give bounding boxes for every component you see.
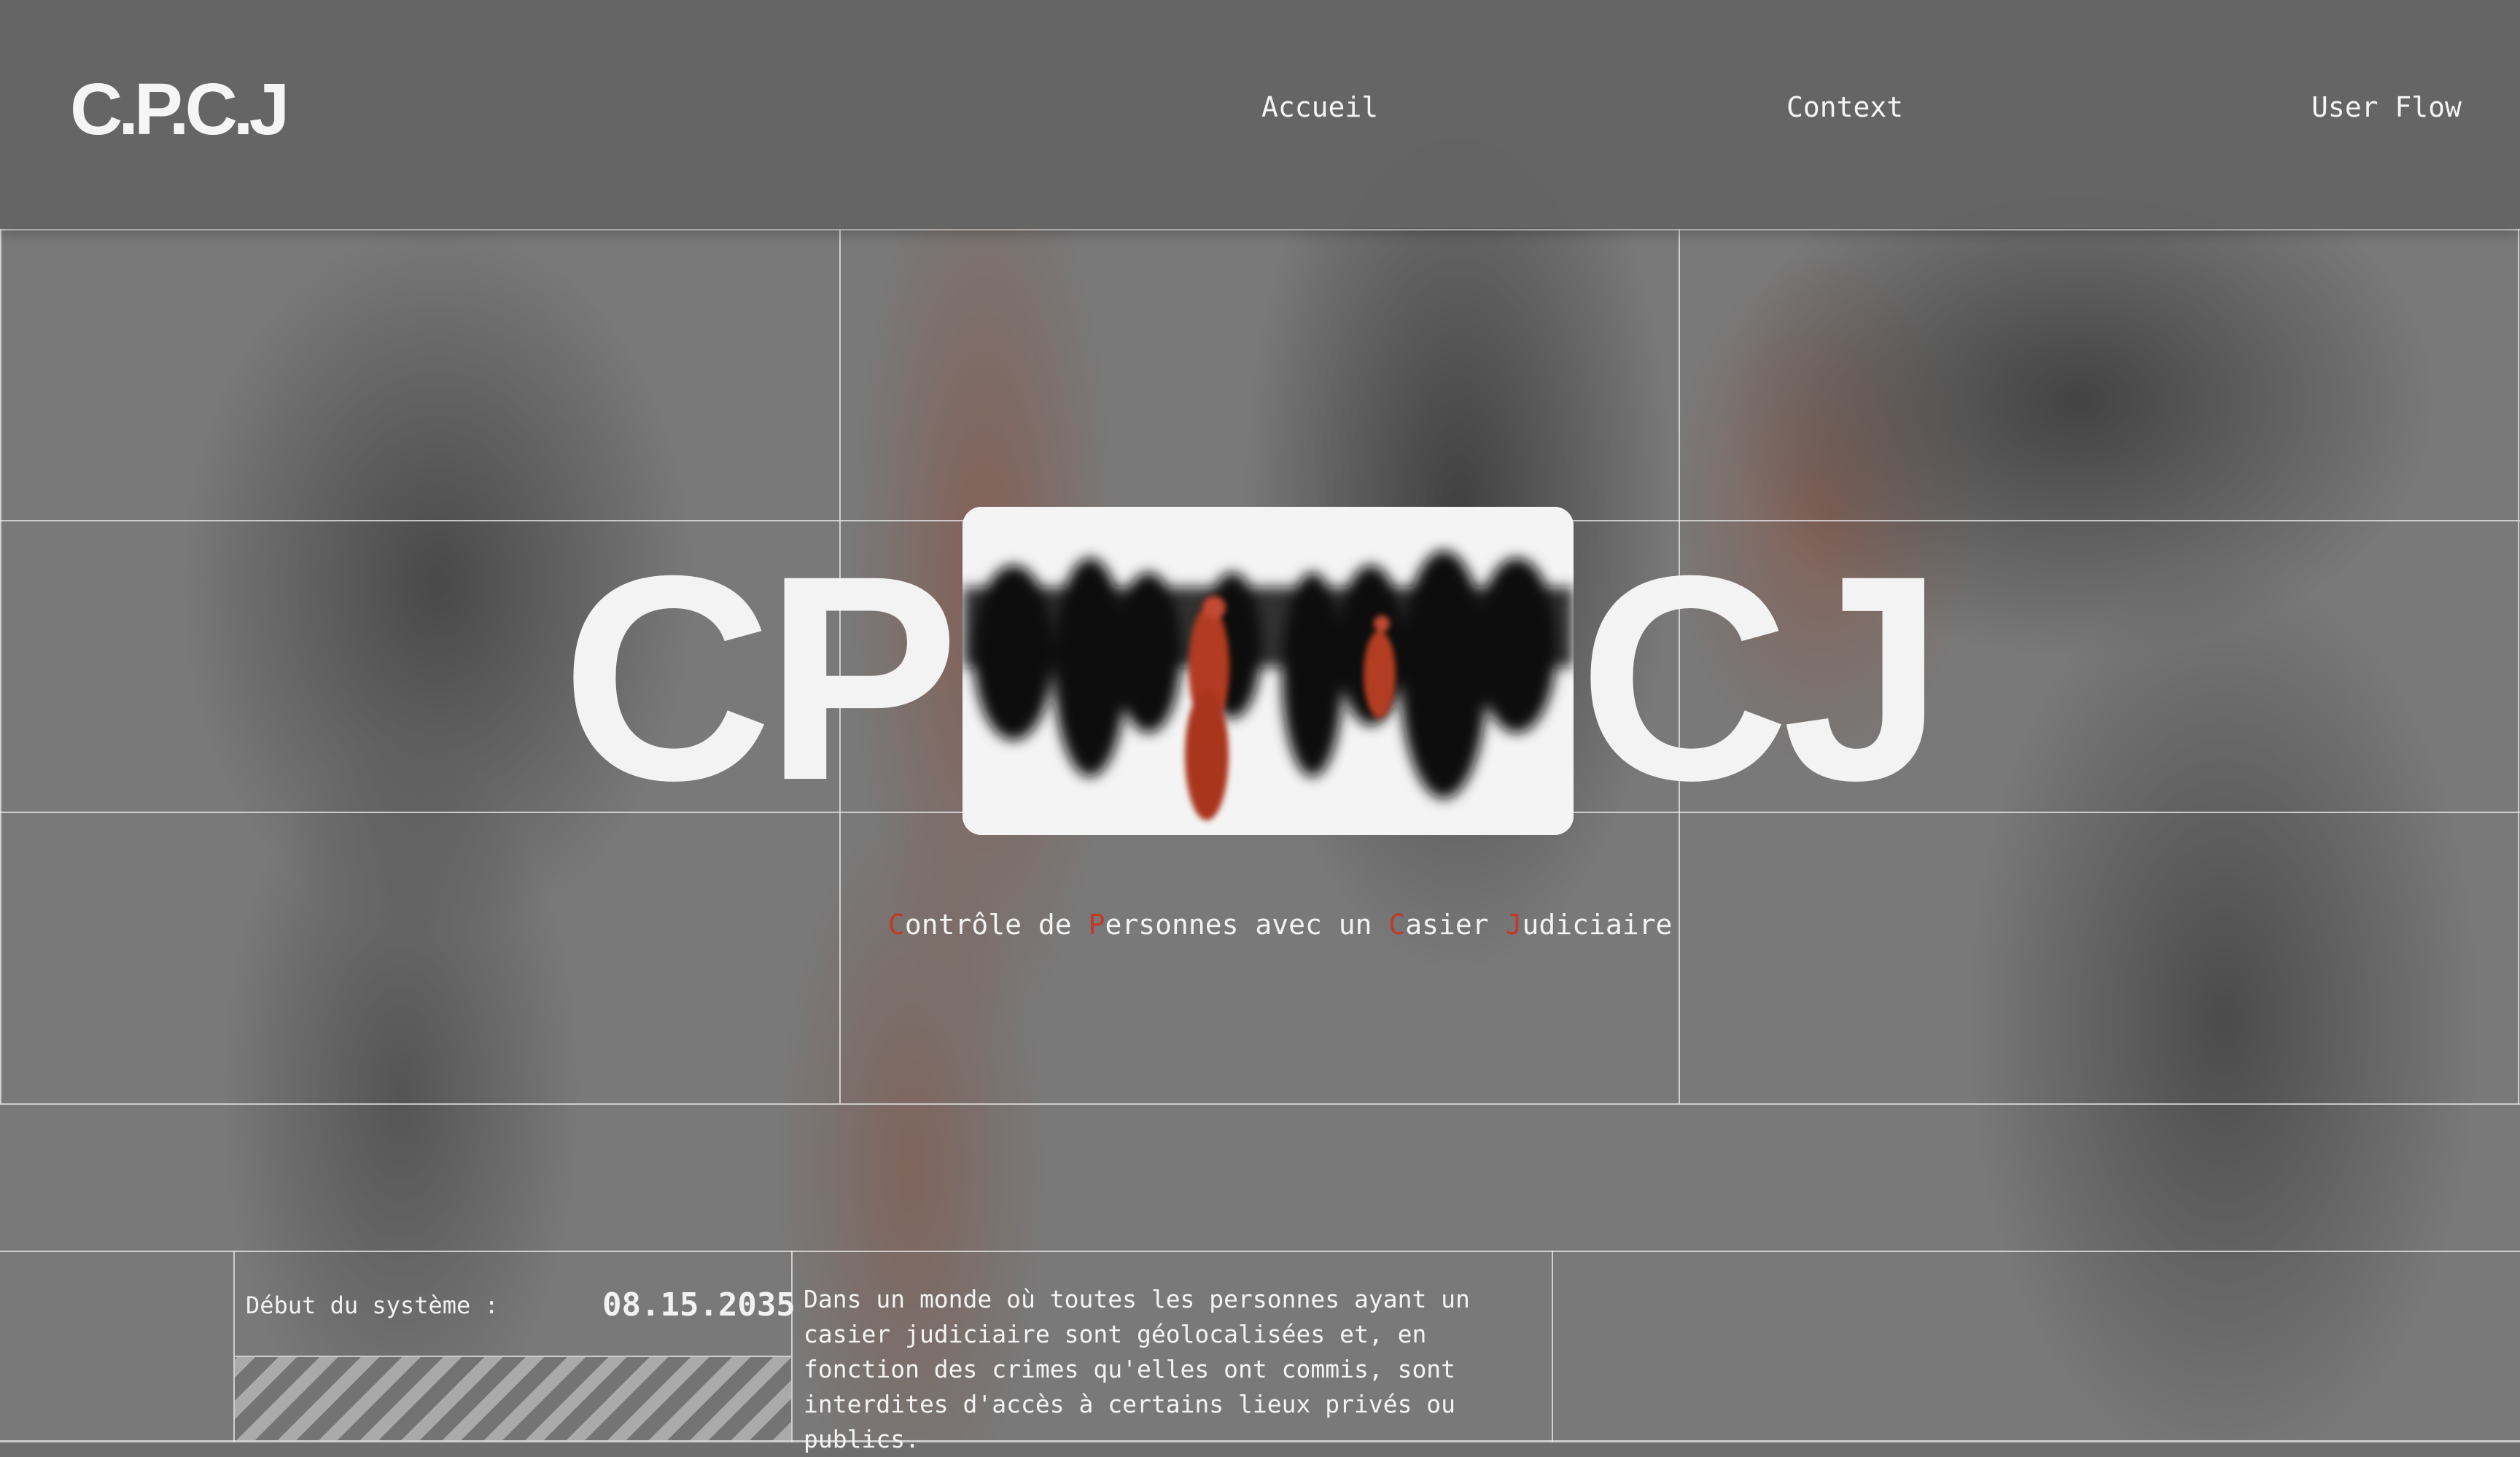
panel-divider-top	[0, 1251, 2520, 1252]
header-bar: C.P.C.J Accueil Context User Flow	[0, 0, 2520, 228]
nav-accueil[interactable]: Accueil	[1261, 93, 1378, 121]
panel-divider-3	[1552, 1251, 1553, 1442]
system-start-date: 08.15.2035	[602, 1286, 796, 1324]
nav-context[interactable]: Context	[1786, 93, 1903, 121]
subtitle-text-3: asier	[1405, 909, 1506, 941]
panel-divider-2	[791, 1251, 793, 1442]
hazard-stripes	[235, 1357, 791, 1440]
nav-user-flow[interactable]: User Flow	[2311, 93, 2462, 121]
subtitle-letter-j: J	[1505, 909, 1522, 941]
system-start-label: Début du système :	[246, 1291, 499, 1319]
subtitle-letter-p: P	[1088, 909, 1105, 941]
hero-image	[962, 507, 1574, 835]
crowd-silhouette-image	[962, 507, 1574, 835]
subtitle-text-4: udiciaire	[1522, 909, 1673, 941]
hero-title-right: CJ	[1579, 515, 1944, 841]
hero-title-left: CP	[561, 515, 960, 841]
site-logo[interactable]: C.P.C.J	[70, 73, 289, 146]
subtitle-text-1: ontrôle de	[904, 909, 1089, 941]
context-description: Dans un monde où toutes les personnes ay…	[804, 1285, 1470, 1453]
subtitle-letter-c2: C	[1388, 909, 1406, 941]
hero-subtitle: Contrôle de Personnes avec un Casier Jud…	[888, 911, 1672, 939]
subtitle-text-2: ersonnes avec un	[1105, 909, 1389, 941]
subtitle-letter-c: C	[888, 909, 905, 941]
